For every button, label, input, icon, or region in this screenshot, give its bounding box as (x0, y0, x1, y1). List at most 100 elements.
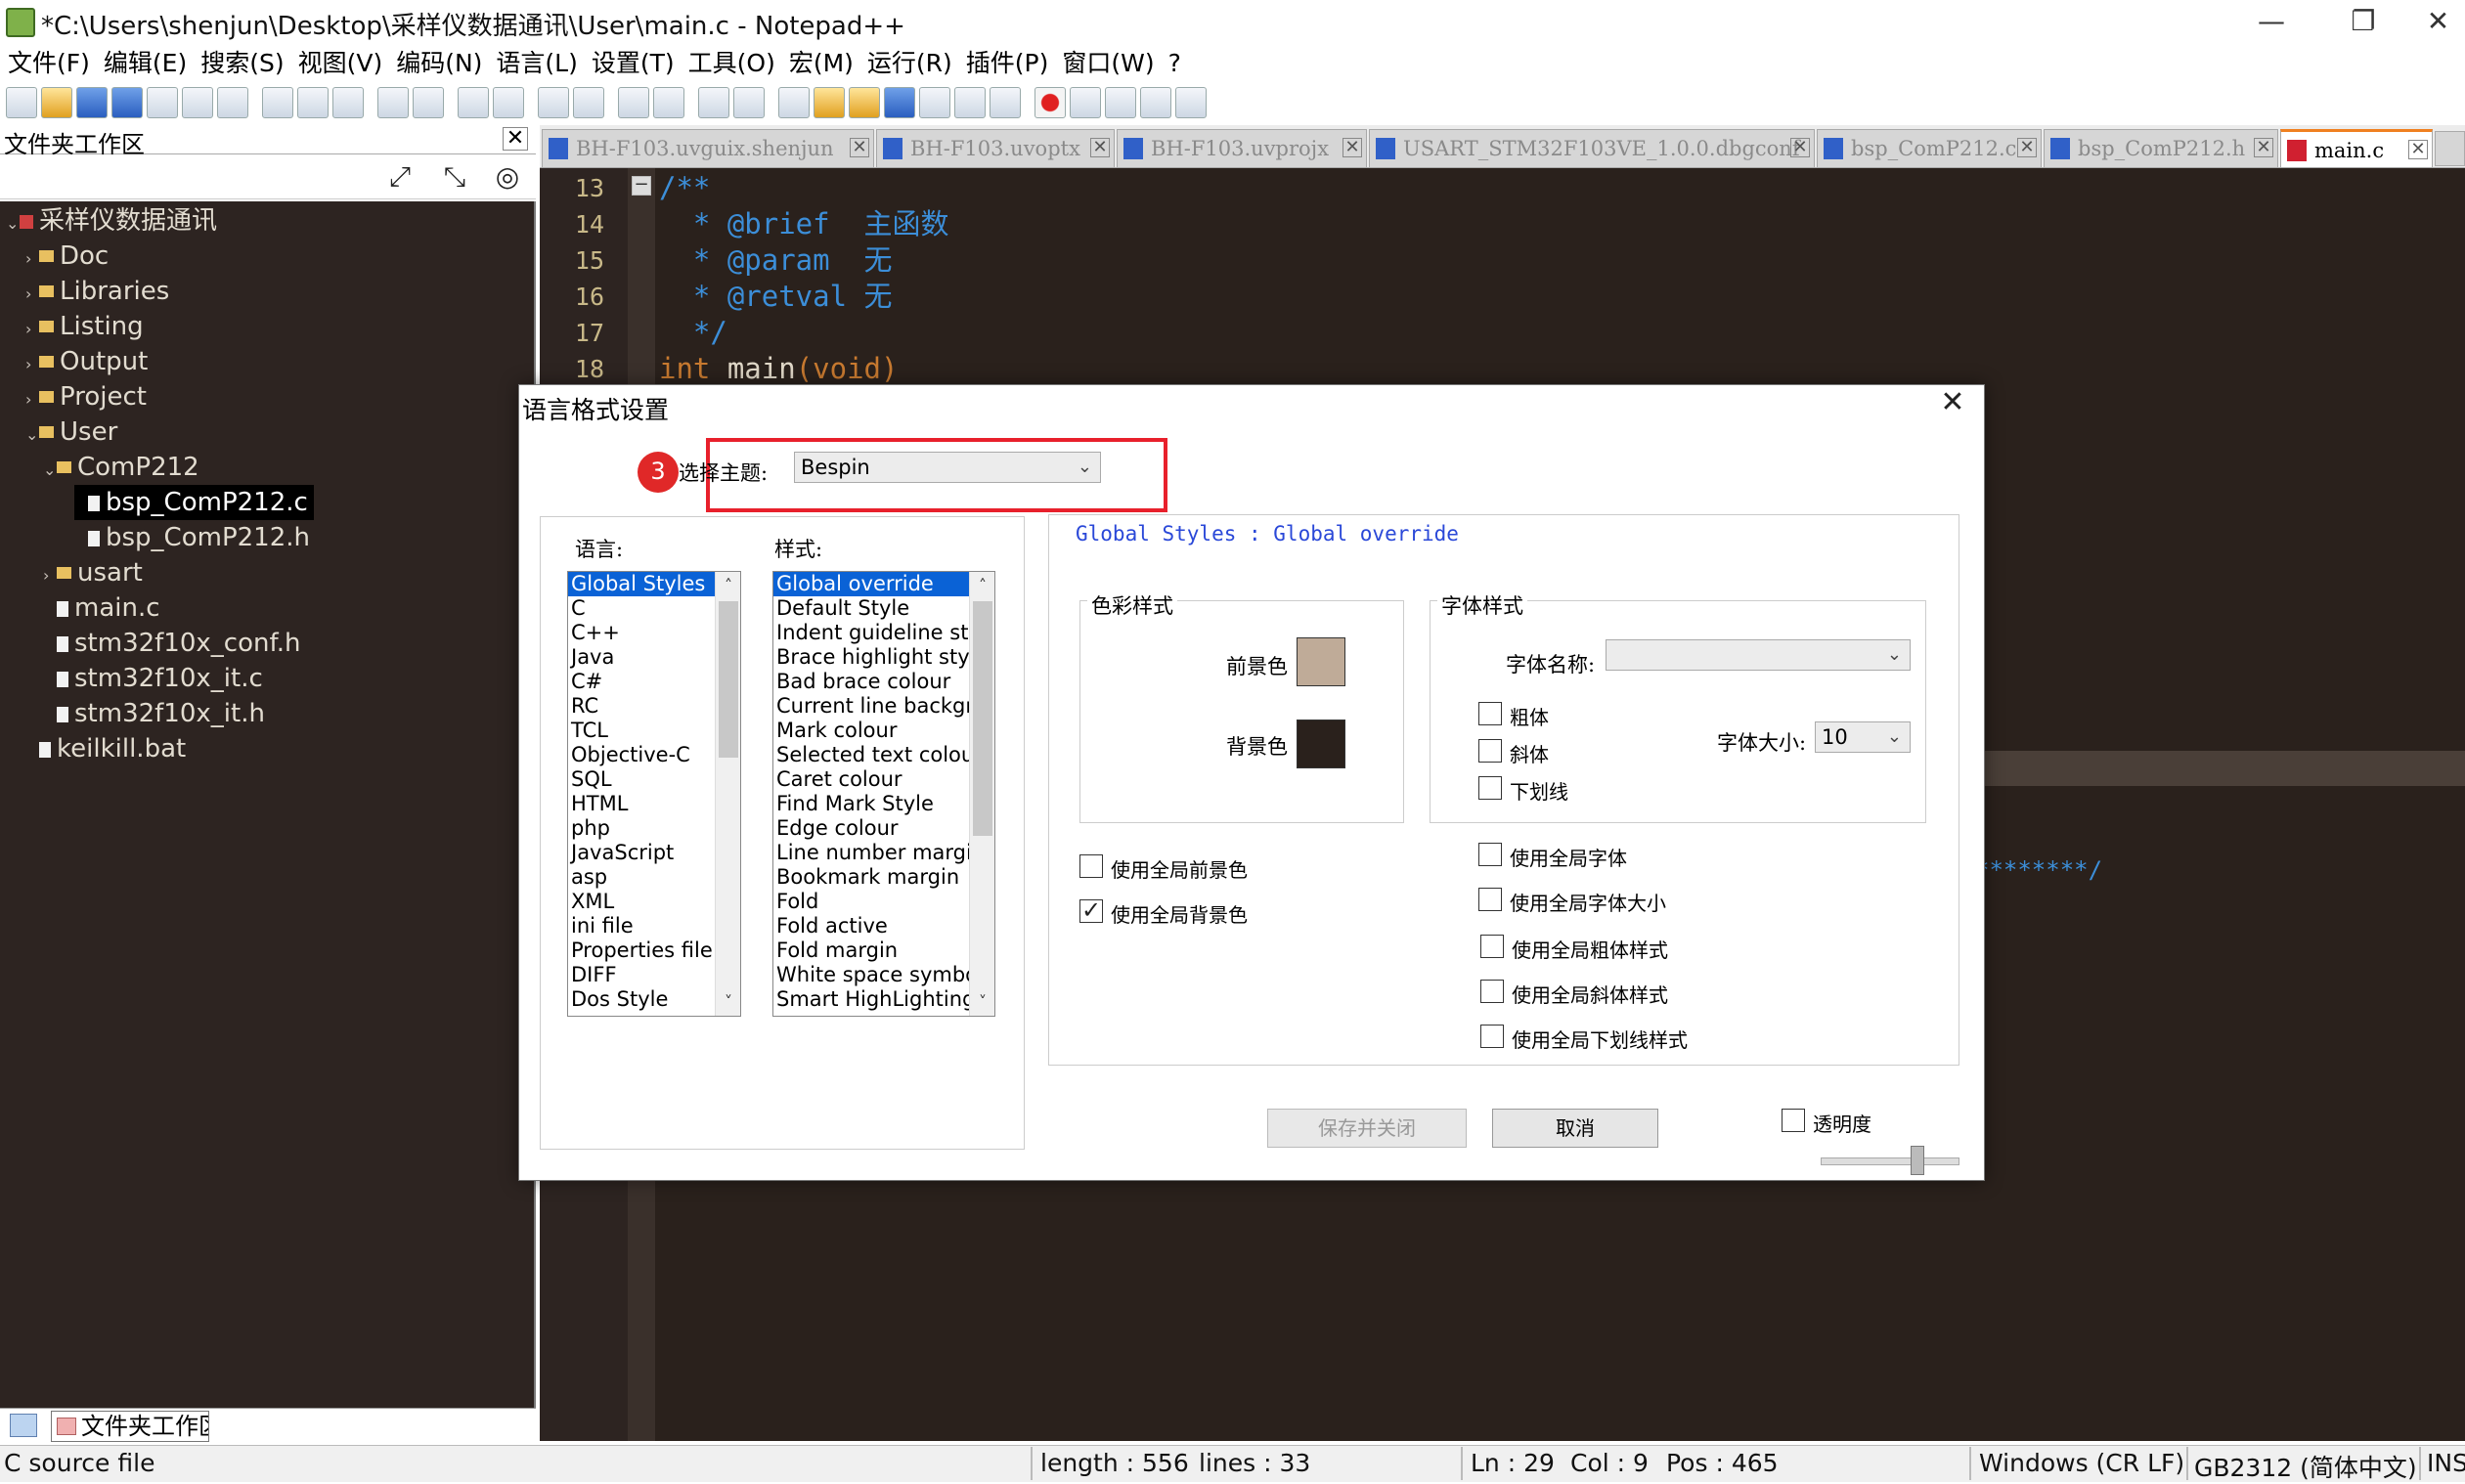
paste-icon[interactable] (332, 87, 364, 118)
use-global-bold-checkbox[interactable] (1480, 935, 1504, 958)
minimize-button[interactable]: — (2227, 0, 2315, 47)
sync-vertical-icon[interactable] (618, 87, 649, 118)
restore-button[interactable]: ❐ (2319, 0, 2407, 47)
menu-item-9[interactable]: 运行(R) (867, 47, 952, 82)
tree-item[interactable]: keilkill.bat (25, 731, 186, 766)
tab-3[interactable]: USART_STM32F103VE_1.0.0.dbgconf ✕ (1369, 129, 1815, 168)
fold-toggle-icon[interactable]: − (632, 176, 651, 196)
use-global-fg-checkbox[interactable] (1079, 854, 1103, 878)
style-item[interactable]: Smart HighLighting (773, 987, 975, 1012)
tree-item[interactable]: ⌄ ComP212 (43, 450, 199, 485)
folder-as-workspace-icon[interactable] (919, 87, 950, 118)
style-item[interactable]: Find Mark Style (773, 792, 969, 816)
font-name-select[interactable]: ⌄ (1606, 639, 1911, 671)
tree-twisty-icon[interactable]: ⌄ (25, 417, 39, 453)
run-macro-multiple-icon[interactable] (1140, 87, 1171, 118)
language-item[interactable]: Global Styles (568, 572, 715, 596)
stop-macro-icon[interactable] (1070, 87, 1101, 118)
language-item[interactable]: Dos Style (568, 987, 715, 1012)
save-all-icon[interactable] (111, 87, 143, 118)
theme-select[interactable]: Bespin ⌄ (794, 452, 1101, 483)
style-item[interactable]: White space symbol (773, 963, 984, 987)
menu-item-7[interactable]: 工具(O) (688, 47, 775, 82)
style-list-scroll-thumb[interactable] (973, 601, 992, 836)
tab-0[interactable]: BH-F103.uvguix.shenjun ✕ (542, 129, 874, 168)
workspace-tab-icon[interactable] (10, 1414, 37, 1437)
menu-item-10[interactable]: 插件(P) (966, 47, 1049, 82)
language-item[interactable]: XML (568, 890, 715, 914)
tree-twisty-icon[interactable]: › (25, 277, 39, 312)
tab-2[interactable]: BH-F103.uvprojx ✕ (1117, 129, 1367, 168)
zoom-in-icon[interactable] (538, 87, 569, 118)
foreground-color-swatch[interactable] (1297, 637, 1345, 686)
tab-5[interactable]: bsp_ComP212.h ✕ (2044, 129, 2278, 168)
tree-twisty-icon[interactable]: › (25, 241, 39, 277)
bold-checkbox[interactable] (1478, 702, 1502, 725)
language-item[interactable]: asp (568, 865, 715, 890)
transparency-checkbox[interactable] (1782, 1109, 1805, 1132)
style-item[interactable]: Current line backgrc (773, 694, 985, 719)
tab-close-icon[interactable]: ✕ (2017, 138, 2037, 157)
background-color-swatch[interactable] (1297, 720, 1345, 768)
scroll-down-icon[interactable]: ˅ (716, 990, 740, 1014)
use-global-italic-checkbox[interactable] (1480, 980, 1504, 1003)
language-item[interactable]: DIFF (568, 963, 715, 987)
menu-item-8[interactable]: 宏(M) (789, 47, 854, 82)
function-list-icon[interactable] (884, 87, 915, 118)
style-item[interactable]: Fold margin (773, 938, 969, 963)
monitoring-icon[interactable] (990, 87, 1021, 118)
tab-scroll-right-button[interactable] (2435, 131, 2465, 166)
menu-item-6[interactable]: 设置(T) (592, 47, 675, 82)
tree-twisty-icon[interactable]: ⌄ (6, 206, 20, 241)
tab-close-icon[interactable]: ✕ (1343, 138, 1362, 157)
save-icon[interactable] (76, 87, 108, 118)
tab-close-icon[interactable]: ✕ (850, 138, 869, 157)
underline-checkbox[interactable] (1478, 776, 1502, 800)
style-item[interactable]: Line number margin (773, 841, 985, 865)
replace-icon[interactable] (493, 87, 524, 118)
language-item[interactable]: ini file (568, 914, 715, 938)
language-item[interactable]: Java (568, 645, 715, 670)
tree-item[interactable]: main.c (43, 590, 160, 626)
indent-guide-icon[interactable] (778, 87, 810, 118)
undo-icon[interactable] (377, 87, 409, 118)
tree-item[interactable]: stm32f10x_it.c (43, 661, 263, 696)
menu-item-11[interactable]: 窗口(W) (1062, 47, 1154, 82)
menu-item-0[interactable]: 文件(F) (8, 47, 90, 82)
play-macro-icon[interactable] (1105, 87, 1136, 118)
italic-checkbox[interactable] (1478, 739, 1502, 763)
style-item[interactable]: Fold active (773, 914, 969, 938)
style-item[interactable]: Default Style (773, 596, 969, 621)
style-list-scrollbar[interactable]: ˄ ˅ (969, 572, 994, 1016)
style-list[interactable]: Global override Default Style Indent guide… (772, 571, 995, 1017)
dialog-close-icon[interactable]: ✕ (1938, 388, 1967, 418)
language-item[interactable]: RC (568, 694, 715, 719)
language-item[interactable]: C++ (568, 621, 715, 645)
user-language-icon[interactable] (814, 87, 845, 118)
open-file-icon[interactable] (41, 87, 72, 118)
document-map-icon[interactable] (849, 87, 880, 118)
language-list-scroll-thumb[interactable] (719, 601, 738, 758)
panel-close-button[interactable]: ✕ (503, 127, 528, 151)
tree-twisty-icon[interactable]: ⌄ (43, 453, 57, 488)
tree-twisty-icon[interactable]: › (43, 558, 57, 593)
tree-item[interactable]: ⌄ 采样仪数据通讯 (6, 203, 217, 239)
scroll-down-icon[interactable]: ˅ (970, 990, 994, 1014)
language-item[interactable]: php (568, 816, 715, 841)
menu-item-3[interactable]: 视图(V) (298, 47, 383, 82)
doc-list-icon[interactable] (954, 87, 986, 118)
tree-item[interactable]: › Libraries (25, 274, 169, 309)
locate-current-file-icon[interactable]: ◎ (491, 162, 524, 194)
find-icon[interactable] (458, 87, 489, 118)
record-macro-icon[interactable] (1034, 87, 1066, 118)
transparency-slider-thumb[interactable] (1911, 1146, 1925, 1175)
language-list-scrollbar[interactable]: ˄ ˅ (715, 572, 740, 1016)
tab-6[interactable]: main.c ✕ (2280, 129, 2433, 168)
close-window-button[interactable]: ✕ (2411, 0, 2465, 47)
menu-item-4[interactable]: 编码(N) (396, 47, 482, 82)
style-item[interactable]: Brace highlight style (773, 645, 988, 670)
save-and-close-button[interactable]: 保存并关闭 (1267, 1109, 1467, 1148)
sync-horizontal-icon[interactable] (653, 87, 684, 118)
style-item[interactable]: Bookmark margin (773, 865, 969, 890)
language-list[interactable]: Global Styles C C++ Java C# RC TCL Objective-C S… (567, 571, 741, 1017)
